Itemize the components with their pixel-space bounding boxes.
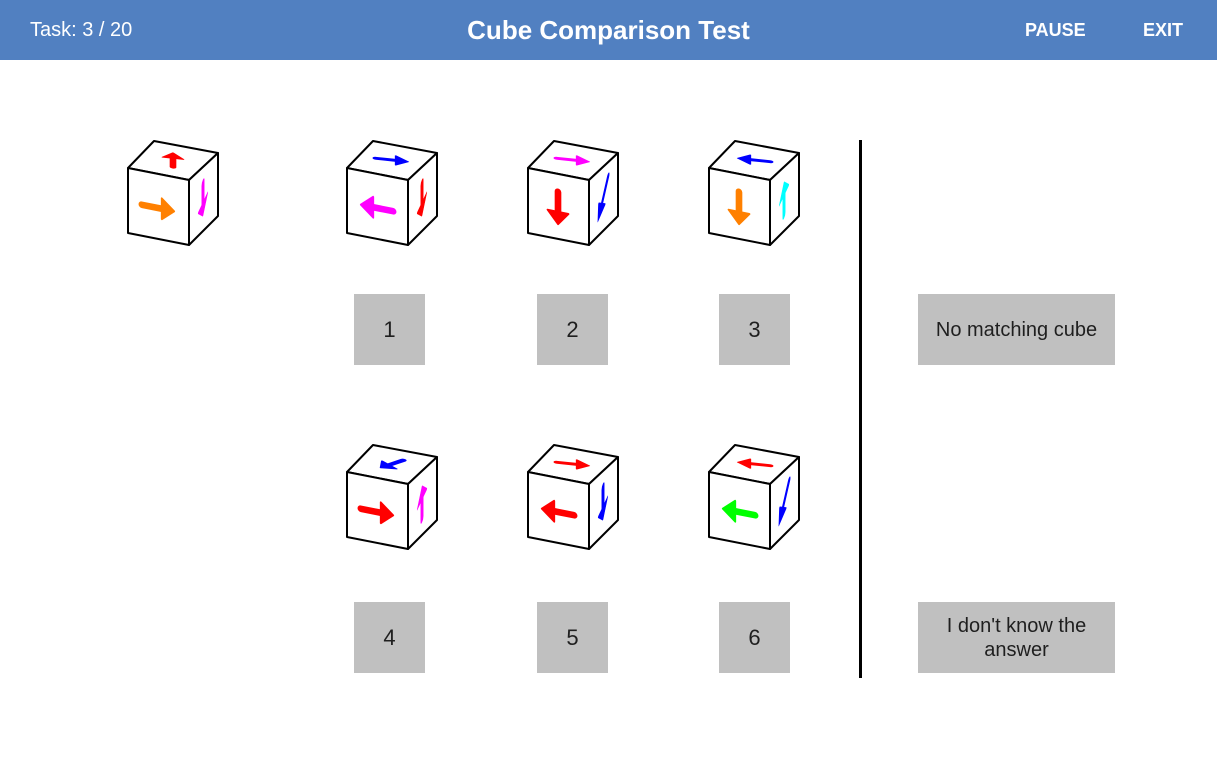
page-title: Cube Comparison Test: [467, 15, 750, 45]
divider-line: [859, 140, 862, 678]
task-counter: Task: 3 / 20: [30, 19, 133, 41]
option-cube-1: [344, 138, 440, 248]
answer-button-1[interactable]: 1: [354, 294, 425, 365]
reference-cube: [125, 138, 221, 248]
option-cube-2: [525, 138, 621, 248]
dont-know-button[interactable]: I don't know the answer: [918, 602, 1115, 673]
option-cube-3: [706, 138, 802, 248]
answer-button-4[interactable]: 4: [354, 602, 425, 673]
exit-button[interactable]: EXIT: [1143, 20, 1183, 41]
answer-button-6[interactable]: 6: [719, 602, 790, 673]
answer-button-2[interactable]: 2: [537, 294, 608, 365]
option-cube-5: [525, 442, 621, 552]
no-matching-cube-button[interactable]: No matching cube: [918, 294, 1115, 365]
top-bar: Task: 3 / 20 Cube Comparison Test PAUSE …: [0, 0, 1217, 60]
pause-button[interactable]: PAUSE: [1025, 20, 1086, 41]
option-cube-4: [344, 442, 440, 552]
answer-button-5[interactable]: 5: [537, 602, 608, 673]
answer-button-3[interactable]: 3: [719, 294, 790, 365]
option-cube-6: [706, 442, 802, 552]
